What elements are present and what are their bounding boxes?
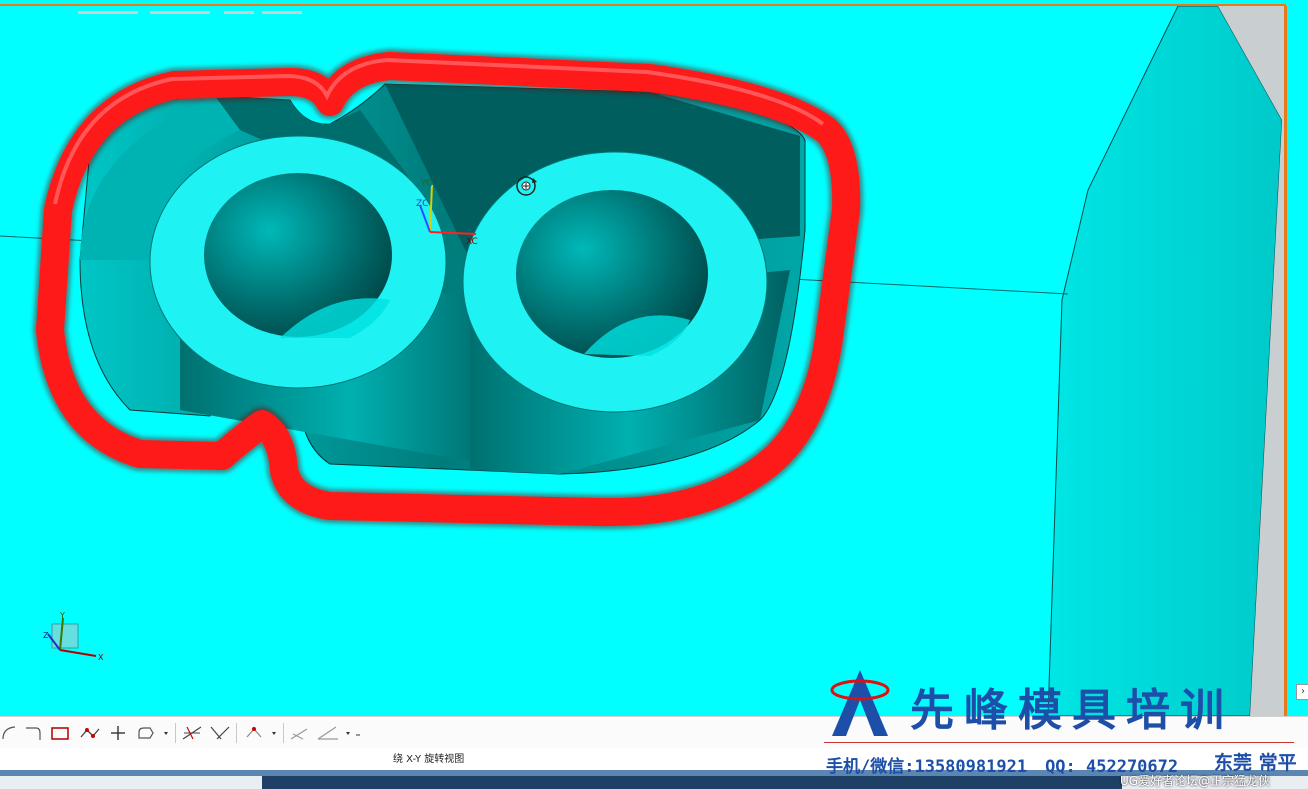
trim-tool-icon[interactable] xyxy=(180,721,204,745)
polyline-tool-icon[interactable] xyxy=(78,721,102,745)
brand-phone: 手机/微信:13580981921 xyxy=(826,757,1028,777)
toolbar-separator xyxy=(283,723,284,743)
extend-tool-icon[interactable] xyxy=(208,721,232,745)
forum-watermark: UG爱好者论坛@正宗猛龙侠 xyxy=(1120,774,1271,788)
training-watermark: 先峰模具培训 手机/微信:13580981921 QQ: 452270672 东莞… xyxy=(822,666,1308,789)
triad-y-label: Y xyxy=(59,611,65,620)
model-scene[interactable]: YC ZC XC X Y Z xyxy=(0,0,1308,716)
rectangle-tool-icon[interactable] xyxy=(48,721,72,745)
angle-dimension-dropdown-icon[interactable] xyxy=(314,721,364,745)
status-message: 绕 X-Y 旋转视图 xyxy=(393,754,465,765)
wcs-x-label: XC xyxy=(466,237,478,247)
brand-divider xyxy=(824,742,1294,743)
graphics-viewport[interactable]: YC ZC XC X Y Z xyxy=(0,0,1308,716)
absolute-triad: X Y Z xyxy=(43,611,104,662)
arc-tool-icon[interactable] xyxy=(0,721,18,745)
brand-logo-icon xyxy=(830,670,890,736)
toolbar-separator xyxy=(175,723,176,743)
block-side-face xyxy=(1047,5,1283,716)
shape-dropdown-icon[interactable] xyxy=(134,721,172,745)
point-tool-icon[interactable] xyxy=(108,721,128,745)
top-tab-strip xyxy=(0,0,1308,14)
wcs-y-label: YC xyxy=(420,179,432,189)
wcs-z-label: ZC xyxy=(416,199,428,209)
viewport-frame-top xyxy=(0,4,1286,6)
fillet-corner-tool-icon[interactable] xyxy=(22,721,44,745)
brand-location: 东莞 常平 xyxy=(1214,752,1297,774)
constraint-dropdown-icon[interactable] xyxy=(242,721,280,745)
triad-z-label: Z xyxy=(43,631,49,640)
toolbar-separator xyxy=(236,723,237,743)
triad-x-label: X xyxy=(98,653,104,662)
viewport-frame-right xyxy=(1284,6,1287,716)
dimension-tool-icon[interactable] xyxy=(288,721,310,745)
brand-title: 先峰模具培训 xyxy=(910,685,1234,736)
